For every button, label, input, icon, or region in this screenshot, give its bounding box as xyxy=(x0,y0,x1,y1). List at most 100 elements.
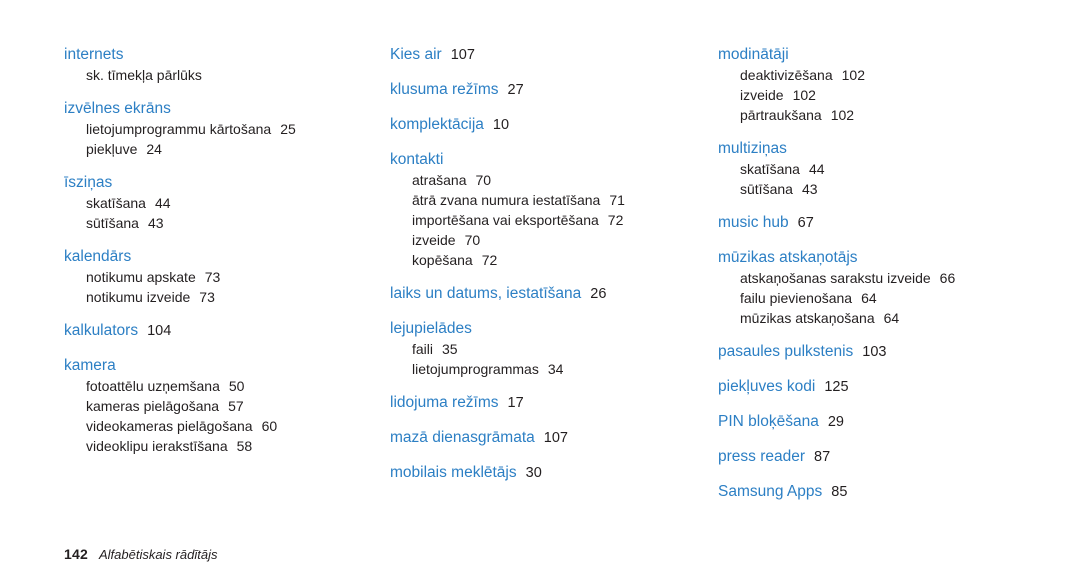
index-heading-label: Kies air xyxy=(390,46,442,63)
index-subentry-page: 73 xyxy=(199,289,215,305)
index-subentry[interactable]: sūtīšana 43 xyxy=(718,179,1060,199)
index-subentry-page: 43 xyxy=(801,181,818,197)
index-subentry[interactable]: skatīšana 44 xyxy=(718,159,1060,179)
index-heading-label: mūzikas atskaņotājs xyxy=(718,249,858,266)
index-heading[interactable]: Kies air 107 xyxy=(390,44,660,66)
index-subentry-page: 73 xyxy=(204,269,221,285)
index-heading-label: lejupielādes xyxy=(390,320,472,337)
index-heading-label: PIN bloķēšana xyxy=(718,413,819,430)
index-heading-page: 85 xyxy=(831,484,848,500)
index-subentry-label: izveide xyxy=(740,87,784,103)
index-subentry-page: 58 xyxy=(236,438,253,454)
index-subentry-page: 102 xyxy=(792,87,816,103)
index-subentry[interactable]: notikumu izveide 73 xyxy=(64,287,330,307)
index-subentry[interactable]: ātrā zvana numura iestatīšana 71 xyxy=(390,190,660,210)
index-subentry-page: 102 xyxy=(841,67,865,83)
index-heading[interactable]: internets xyxy=(64,44,330,65)
index-subentry[interactable]: lietojumprogrammas 34 xyxy=(390,359,660,379)
index-heading[interactable]: kontakti xyxy=(390,149,660,170)
index-subentry[interactable]: notikumu apskate 73 xyxy=(64,267,330,287)
index-subentry-label: kopēšana xyxy=(412,252,473,268)
index-heading[interactable]: īsziņas xyxy=(64,172,330,193)
index-heading-page: 30 xyxy=(525,465,542,481)
index-subentry-page: 70 xyxy=(464,232,481,248)
index-heading-page: 67 xyxy=(797,215,814,231)
index-subentry-page: 43 xyxy=(147,215,164,231)
index-subentry[interactable]: kopēšana 72 xyxy=(390,250,660,270)
index-crossreference: sk. tīmekļa pārlūks xyxy=(86,67,202,83)
index-subentry-label: skatīšana xyxy=(740,161,800,177)
index-heading[interactable]: pasaules pulkstenis 103 xyxy=(718,341,1060,363)
index-subentry[interactable]: atskaņošanas sarakstu izveide 66 xyxy=(718,268,1060,288)
index-subentry-label: lietojumprogrammu kārtošana xyxy=(86,121,272,137)
index-heading-label: īsziņas xyxy=(64,174,113,191)
index-heading-page: 29 xyxy=(827,414,844,430)
index-page: internets sk. tīmekļa pārlūks izvēlnes ekr… xyxy=(0,0,1080,586)
index-subentry-page: 44 xyxy=(808,161,825,177)
index-heading-label: klusuma režīms xyxy=(390,81,499,98)
index-heading[interactable]: kamera xyxy=(64,355,330,376)
index-column-3: modinātāji deaktivizēšana 102 izveide 102 pār… xyxy=(660,44,1060,503)
index-subentry[interactable]: failu pievienošana 64 xyxy=(718,288,1060,308)
index-heading[interactable]: laiks un datums, iestatīšana 26 xyxy=(390,283,660,305)
index-heading-page: 107 xyxy=(450,47,475,63)
index-subentry[interactable]: videoklipu ierakstīšana 58 xyxy=(64,436,330,456)
index-heading[interactable]: mobilais meklētājs 30 xyxy=(390,462,660,484)
footer-page-number: 142 xyxy=(64,546,88,562)
index-heading[interactable]: mazā dienasgrāmata 107 xyxy=(390,427,660,449)
index-subentry-label: atskaņošanas sarakstu izveide xyxy=(740,270,931,286)
index-subentry[interactable]: videokameras pielāgošana 60 xyxy=(64,416,330,436)
index-subentry[interactable]: mūzikas atskaņošana 64 xyxy=(718,308,1060,328)
index-subentry-label: videokameras pielāgošana xyxy=(86,418,253,434)
index-heading-page: 26 xyxy=(590,286,607,302)
index-columns: internets sk. tīmekļa pārlūks izvēlnes ekr… xyxy=(0,44,1080,503)
index-heading-page: 103 xyxy=(862,344,887,360)
index-heading[interactable]: modinātāji xyxy=(718,44,1060,65)
index-subentry[interactable]: lietojumprogrammu kārtošana 25 xyxy=(64,119,330,139)
index-subentry[interactable]: skatīšana 44 xyxy=(64,193,330,213)
index-heading[interactable]: mūzikas atskaņotājs xyxy=(718,247,1060,268)
index-heading[interactable]: PIN bloķēšana 29 xyxy=(718,411,1060,433)
index-heading[interactable]: kalendārs xyxy=(64,246,330,267)
index-column-2: Kies air 107 klusuma režīms 27 komplektācija… xyxy=(330,44,660,503)
index-subentry-page: 102 xyxy=(830,107,855,123)
index-heading[interactable]: music hub 67 xyxy=(718,212,1060,234)
index-subentry-label: notikumu apskate xyxy=(86,269,196,285)
index-heading-page: 10 xyxy=(492,117,510,133)
index-subentry[interactable]: izveide 70 xyxy=(390,230,660,250)
index-heading[interactable]: izvēlnes ekrāns xyxy=(64,98,330,119)
index-subentry[interactable]: fotoattēlu uzņemšana 50 xyxy=(64,376,330,396)
index-heading[interactable]: lejupielādes xyxy=(390,318,660,339)
index-subentry-label: mūzikas atskaņošana xyxy=(740,310,875,326)
index-heading[interactable]: piekļuves kodi 125 xyxy=(718,376,1060,398)
index-subentry[interactable]: deaktivizēšana 102 xyxy=(718,65,1060,85)
index-heading-label: kalendārs xyxy=(64,248,132,265)
index-heading-page: 104 xyxy=(147,323,172,339)
index-subentry[interactable]: sūtīšana 43 xyxy=(64,213,330,233)
index-heading[interactable]: klusuma režīms 27 xyxy=(390,79,660,101)
index-heading[interactable]: kalkulators 104 xyxy=(64,320,330,342)
index-subentry[interactable]: kameras pielāgošana 57 xyxy=(64,396,330,416)
index-heading[interactable]: multiziņas xyxy=(718,138,1060,159)
index-subentry-label: sūtīšana xyxy=(86,215,139,231)
index-subentry[interactable]: pārtraukšana 102 xyxy=(718,105,1060,125)
index-heading-label: press reader xyxy=(718,448,806,465)
index-subentry-label: kameras pielāgošana xyxy=(86,398,220,414)
index-subentry[interactable]: importēšana vai eksportēšana 72 xyxy=(390,210,660,230)
index-subentry[interactable]: izveide 102 xyxy=(718,85,1060,105)
index-heading[interactable]: Samsung Apps 85 xyxy=(718,481,1060,503)
index-heading-label: kalkulators xyxy=(64,322,139,339)
index-heading-page: 87 xyxy=(814,449,831,465)
index-subentry[interactable]: piekļuve 24 xyxy=(64,139,330,159)
index-subentry[interactable]: faili 35 xyxy=(390,339,660,359)
index-heading-label: lidojuma režīms xyxy=(390,394,499,411)
index-heading[interactable]: lidojuma režīms 17 xyxy=(390,392,660,414)
index-subentry[interactable]: atrašana 70 xyxy=(390,170,660,190)
index-subentry-label: importēšana vai eksportēšana xyxy=(412,212,599,228)
index-heading-label: modinātāji xyxy=(718,46,789,63)
index-subentry-label: lietojumprogrammas xyxy=(412,361,539,377)
index-heading-label: piekļuves kodi xyxy=(718,378,816,395)
index-heading[interactable]: press reader 87 xyxy=(718,446,1060,468)
index-subentry-label: deaktivizēšana xyxy=(740,67,833,83)
index-heading[interactable]: komplektācija 10 xyxy=(390,114,660,136)
